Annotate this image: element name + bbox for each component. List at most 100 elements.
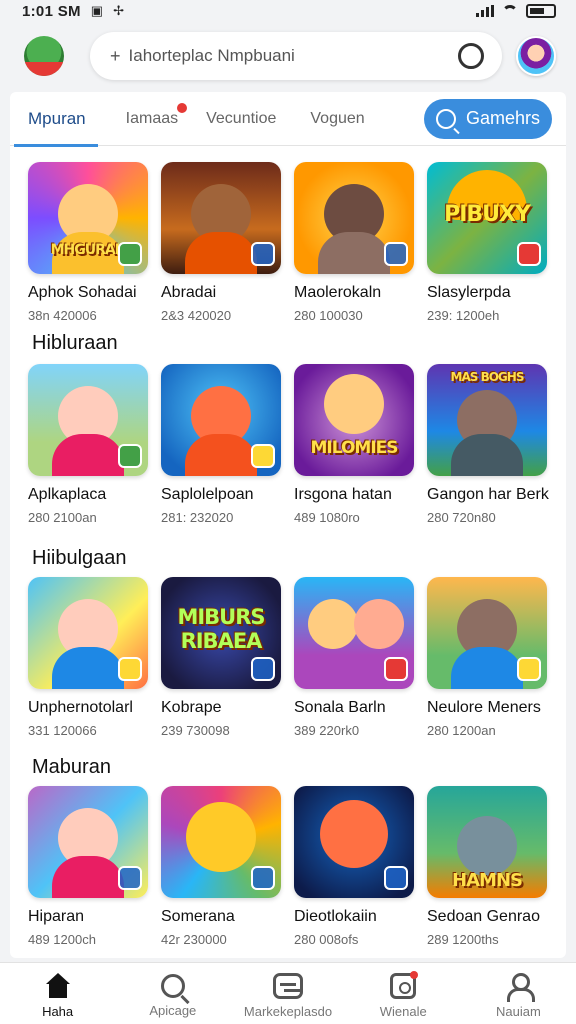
- app-name: Sedoan Genrao: [427, 908, 540, 925]
- app-meta: 280 1200an: [427, 723, 496, 738]
- avatar[interactable]: [516, 36, 556, 76]
- wifi-icon: [502, 5, 518, 17]
- notification-dot: [410, 971, 419, 979]
- voice-search-icon[interactable]: [458, 43, 484, 69]
- category-tabs: Mpuran Iamaas Vecuntioe Voguen Gamehrs: [10, 92, 566, 147]
- app-art-text: MIBURS RIBAEA: [177, 605, 265, 653]
- tab-mpuran[interactable]: Mpuran: [14, 92, 98, 147]
- app-card[interactable]: MILOMIES Irsgona hatan 489 1080ro: [294, 364, 418, 525]
- app-icon: MHGURAH: [28, 162, 148, 274]
- app-card[interactable]: Abradai 2&3 420020: [161, 162, 285, 323]
- nav-item-profile[interactable]: Nauiam: [461, 963, 576, 1024]
- app-icon: [28, 577, 148, 689]
- app-card[interactable]: Maolerokaln 280 100030: [294, 162, 418, 323]
- app-row: Aplkaplaca 280 2100an Saplolelpoan 281: …: [28, 364, 558, 525]
- nav-item-window[interactable]: Wienale: [346, 963, 461, 1024]
- app-meta: 280 100030: [294, 308, 363, 323]
- tab-label: Mpuran: [28, 108, 86, 128]
- notification-badge: [176, 101, 189, 114]
- app-card[interactable]: Sonala Barln 389 220rk0: [294, 577, 418, 738]
- app-icon: MAS BOGHS: [427, 364, 547, 476]
- app-name: Irsgona hatan: [294, 486, 392, 503]
- nav-label: Nauiam: [496, 1004, 541, 1019]
- section-title: Hiibulgaan: [32, 547, 127, 569]
- tab-iamaas[interactable]: Iamaas: [125, 92, 189, 146]
- app-icon: [161, 162, 281, 274]
- app-card[interactable]: Somerana 42r 230000: [161, 786, 285, 947]
- bottom-navigation: Haha Apicage Markekeplasdo Wienale Nauia…: [0, 962, 576, 1024]
- app-meta: 489 1200ch: [28, 932, 96, 947]
- app-icon: [294, 577, 414, 689]
- nav-label: Apicage: [149, 1003, 197, 1018]
- app-card[interactable]: Neulore Meners 280 1200an: [427, 577, 551, 738]
- nav-item-home[interactable]: Haha: [0, 963, 115, 1024]
- tab-label: Iamaas: [125, 109, 179, 127]
- app-name: Aplkaplaca: [28, 486, 107, 503]
- search-icon: [160, 974, 185, 998]
- nav-label: Haha: [42, 1004, 74, 1019]
- app-card[interactable]: Aplkaplaca 280 2100an: [28, 364, 152, 525]
- app-card[interactable]: Unphernotolarl 331 120066: [28, 577, 152, 738]
- app-icon: MIBURS RIBAEA: [161, 577, 281, 689]
- games-button-label: Gamehrs: [465, 108, 541, 128]
- app-art-text: MAS BOGHS: [450, 370, 525, 384]
- app-meta: 280 2100an: [28, 510, 97, 525]
- app-name: Unphernotolarl: [28, 699, 133, 716]
- app-card[interactable]: HAMNS Sedoan Genrao 289 1200ths: [427, 786, 551, 947]
- section-title: Hibluraan: [32, 332, 118, 354]
- app-art-text: PIBUXY: [444, 202, 531, 227]
- app-icon: [294, 162, 414, 274]
- app-icon: MILOMIES: [294, 364, 414, 476]
- games-search-icon: [435, 108, 456, 129]
- search-input[interactable]: [128, 46, 458, 66]
- app-meta: 280 720n80: [427, 510, 496, 525]
- nav-item-marketplace[interactable]: Markekeplasdo: [230, 963, 345, 1024]
- tab-label: Voguen: [310, 109, 365, 127]
- app-card[interactable]: Hiparan 489 1200ch: [28, 786, 152, 947]
- app-icon: [294, 786, 414, 898]
- tab-label: Vecuntioe: [206, 109, 277, 127]
- app-name: Slasylerpda: [427, 284, 511, 301]
- app-name: Neulore Meners: [427, 699, 541, 716]
- tab-voguen[interactable]: Voguen: [310, 92, 364, 146]
- app-art-text: MILOMIES: [310, 438, 398, 458]
- app-icon: [161, 786, 281, 898]
- app-header: +: [0, 24, 576, 88]
- app-meta: 289 1200ths: [427, 932, 499, 947]
- app-name: Hiparan: [28, 908, 85, 925]
- nav-label: Wienale: [379, 1004, 427, 1019]
- signal-icon: [476, 5, 494, 17]
- app-card[interactable]: MAS BOGHS Gangon har Berk 280 720n80: [427, 364, 551, 525]
- window-icon: [390, 971, 419, 999]
- app-meta: 239 730098: [161, 723, 230, 738]
- content-panel: Mpuran Iamaas Vecuntioe Voguen Gamehrs M…: [10, 92, 566, 958]
- app-logo[interactable]: [24, 36, 64, 76]
- app-card[interactable]: Dieotlokaiin 280 008ofs: [294, 786, 418, 947]
- bolt-icon: ✢: [113, 3, 124, 18]
- app-meta: 280 008ofs: [294, 932, 359, 947]
- nav-item-search[interactable]: Apicage: [115, 963, 230, 1024]
- app-row: Unphernotolarl 331 120066 MIBURS RIBAEA …: [28, 577, 558, 738]
- app-name: Saplolelpoan: [161, 486, 254, 503]
- app-row: MHGURAH Aphok Sohadai 38n 420006 Abradai…: [28, 162, 558, 323]
- app-meta: 239: 1200eh: [427, 308, 500, 323]
- app-card[interactable]: MHGURAH Aphok Sohadai 38n 420006: [28, 162, 152, 323]
- home-icon: [45, 973, 71, 999]
- app-card[interactable]: PIBUXY Slasylerpda 239: 1200eh: [427, 162, 551, 323]
- tab-vecuntioe[interactable]: Vecuntioe: [206, 92, 276, 146]
- app-icon: [28, 364, 148, 476]
- app-meta: 42r 230000: [161, 932, 227, 947]
- app-card[interactable]: MIBURS RIBAEA Kobrape 239 730098: [161, 577, 285, 738]
- app-meta: 38n 420006: [28, 308, 97, 323]
- search-bar[interactable]: +: [90, 32, 502, 80]
- marketplace-icon: [273, 973, 303, 999]
- status-bar: 1:01 SM ▣ ✢: [0, 0, 576, 22]
- app-icon: PIBUXY: [427, 162, 547, 274]
- app-row: Hiparan 489 1200ch Somerana 42r 230000 D…: [28, 786, 558, 947]
- games-button[interactable]: Gamehrs: [424, 98, 552, 139]
- nav-label: Markekeplasdo: [243, 1004, 333, 1019]
- app-card[interactable]: Saplolelpoan 281: 232020: [161, 364, 285, 525]
- plus-icon[interactable]: +: [110, 46, 121, 67]
- section-title: Maburan: [32, 756, 111, 778]
- app-meta: 389 220rk0: [294, 723, 360, 738]
